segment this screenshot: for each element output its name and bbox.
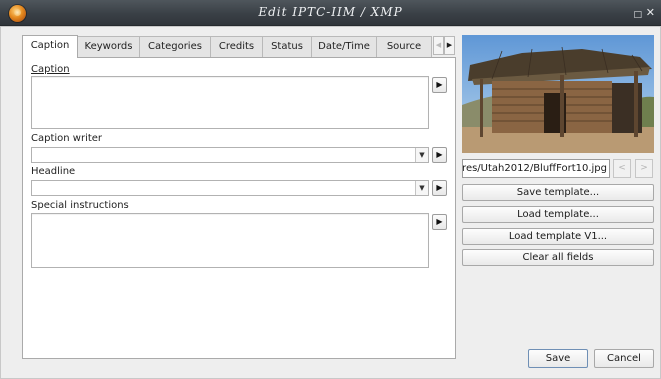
load-template-v1-button[interactable]: Load template V1...	[462, 228, 654, 245]
save-template-button[interactable]: Save template...	[462, 184, 654, 201]
caption-label: Caption	[31, 64, 70, 75]
image-preview	[462, 35, 654, 153]
caption-insert-button[interactable]: ▶	[432, 77, 447, 93]
triangle-down-icon[interactable]: ▼	[415, 181, 428, 195]
triangle-down-icon[interactable]: ▼	[415, 148, 428, 162]
tab-status[interactable]: Status	[262, 36, 312, 57]
tab-caption[interactable]: Caption	[22, 35, 78, 58]
tab-credits[interactable]: Credits	[210, 36, 263, 57]
chevron-right-icon: >	[640, 163, 648, 173]
caption-textarea[interactable]	[31, 76, 429, 129]
triangle-right-icon: ▶	[436, 217, 443, 226]
next-image-button[interactable]: >	[635, 159, 653, 178]
previous-image-button[interactable]: <	[613, 159, 631, 178]
caption-writer-insert-button[interactable]: ▶	[432, 147, 447, 163]
triangle-right-icon: ▶	[436, 183, 443, 192]
caption-writer-label: Caption writer	[31, 133, 103, 144]
tab-scroll-right-icon[interactable]: ▶	[444, 36, 455, 55]
load-template-button[interactable]: Load template...	[462, 206, 654, 223]
chevron-left-icon: <	[618, 163, 626, 173]
window-title: Edit IPTC-IIM / XMP	[258, 5, 403, 19]
file-path-field[interactable]: ‎ctures/Utah2012/BluffFort10.jpg	[462, 159, 610, 178]
caption-writer-combo[interactable]: ▼	[31, 147, 429, 163]
tab-categories[interactable]: Categories	[139, 36, 211, 57]
clear-all-fields-button[interactable]: Clear all fields	[462, 249, 654, 266]
save-button[interactable]: Save	[528, 349, 588, 368]
triangle-right-icon: ▶	[436, 150, 443, 159]
close-icon[interactable]: ✕	[646, 6, 655, 20]
tab-source[interactable]: Source	[376, 36, 432, 57]
tab-date-time[interactable]: Date/Time	[311, 36, 377, 57]
title-bar: Edit IPTC-IIM / XMP □ ✕	[0, 0, 661, 26]
special-instructions-label: Special instructions	[31, 200, 129, 211]
special-instructions-insert-button[interactable]: ▶	[432, 214, 447, 230]
restore-icon[interactable]: □	[633, 8, 642, 22]
tab-scroll-left-icon[interactable]: ◀	[433, 36, 444, 55]
triangle-right-icon: ▶	[436, 80, 443, 89]
headline-insert-button[interactable]: ▶	[432, 180, 447, 196]
special-instructions-textarea[interactable]	[31, 213, 429, 268]
tab-keywords[interactable]: Keywords	[77, 36, 140, 57]
cancel-button[interactable]: Cancel	[594, 349, 654, 368]
headline-label: Headline	[31, 166, 76, 177]
headline-combo[interactable]: ▼	[31, 180, 429, 196]
